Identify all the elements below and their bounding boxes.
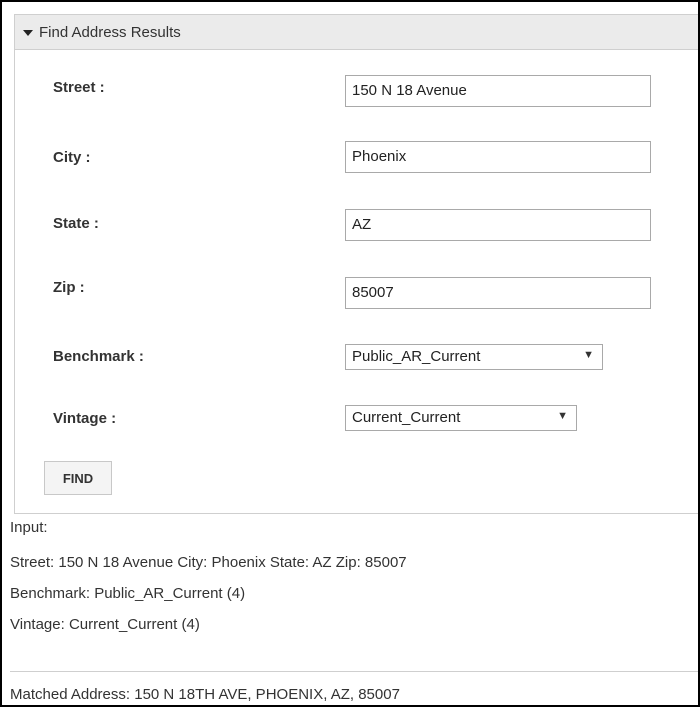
city-label: City : — [53, 149, 91, 166]
matched-address: Matched Address: 150 N 18TH AVE, PHOENIX… — [10, 686, 400, 703]
zip-input[interactable]: 85007 — [345, 277, 651, 309]
chevron-down-icon[interactable]: ▼ — [557, 410, 568, 422]
find-button[interactable]: FIND — [44, 461, 112, 495]
input-summary: Street: 150 N 18 Avenue City: Phoenix St… — [10, 554, 407, 571]
zip-label: Zip : — [53, 279, 85, 296]
state-label: State : — [53, 215, 99, 232]
caret-down-icon[interactable] — [23, 29, 33, 36]
vintage-select[interactable]: Current_Current ▼ — [345, 405, 577, 431]
results-divider — [10, 671, 698, 672]
benchmark-summary: Benchmark: Public_AR_Current (4) — [10, 585, 246, 602]
street-input[interactable]: 150 N 18 Avenue — [345, 75, 651, 107]
city-input[interactable]: Phoenix — [345, 141, 651, 173]
find-address-panel: Find Address Results Street : 150 N 18 A… — [14, 14, 698, 514]
state-input[interactable]: AZ — [345, 209, 651, 241]
vintage-selected-value: Current_Current — [352, 409, 461, 426]
panel-header[interactable]: Find Address Results — [15, 15, 698, 50]
benchmark-selected-value: Public_AR_Current — [352, 348, 481, 365]
vintage-summary: Vintage: Current_Current (4) — [10, 616, 200, 633]
benchmark-select[interactable]: Public_AR_Current ▼ — [345, 344, 603, 370]
input-heading: Input: — [10, 519, 48, 536]
street-label: Street : — [53, 79, 105, 96]
window-frame: Find Address Results Street : 150 N 18 A… — [0, 0, 700, 707]
vintage-label: Vintage : — [53, 410, 117, 427]
chevron-down-icon[interactable]: ▼ — [583, 349, 594, 361]
benchmark-label: Benchmark : — [53, 348, 144, 365]
panel-title: Find Address Results — [39, 23, 181, 41]
